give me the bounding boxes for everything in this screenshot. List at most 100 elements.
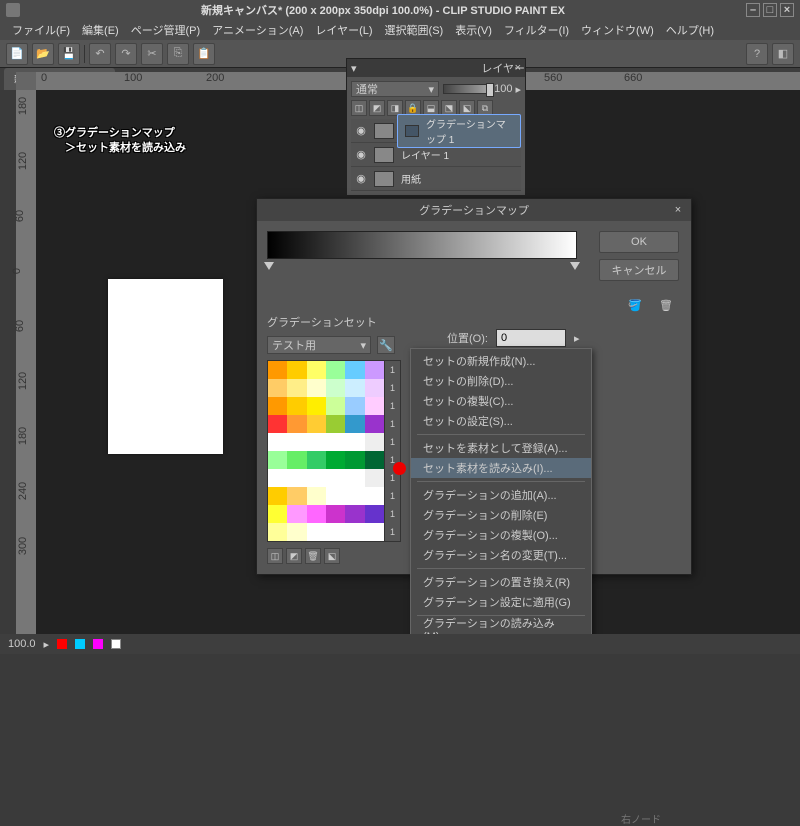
- visibility-icon[interactable]: ◉: [351, 172, 371, 185]
- grad-marker[interactable]: [264, 262, 274, 270]
- context-menu-item[interactable]: セットの複製(C)...: [411, 391, 591, 411]
- close-button[interactable]: ×: [780, 3, 794, 17]
- chevron-down-icon: ▾: [360, 339, 366, 352]
- blend-mode-select[interactable]: 通常▾: [351, 81, 439, 97]
- tool-misc[interactable]: ◧: [772, 43, 794, 65]
- tool-new[interactable]: 📄: [6, 43, 28, 65]
- context-menu-item[interactable]: セットの新規作成(N)...: [411, 351, 591, 371]
- menu-item[interactable]: 編集(E): [76, 20, 125, 40]
- visibility-icon[interactable]: ◉: [351, 148, 371, 161]
- grad-tool-btn[interactable]: ⬕: [324, 548, 340, 564]
- context-menu-item[interactable]: グラデーション設定に適用(G): [411, 592, 591, 612]
- context-menu-item[interactable]: グラデーションの複製(O)...: [411, 525, 591, 545]
- color-swatch[interactable]: [93, 639, 103, 649]
- arrow-right-icon[interactable]: ▸: [44, 638, 50, 651]
- context-menu-item[interactable]: グラデーションの削除(E): [411, 505, 591, 525]
- highlight-dot-icon: [393, 462, 406, 475]
- menu-item[interactable]: アニメーション(A): [206, 20, 309, 40]
- context-menu-item[interactable]: グラデーションの置き換え(R): [411, 572, 591, 592]
- visibility-icon[interactable]: ◉: [351, 124, 371, 137]
- tool-redo[interactable]: ↷: [115, 43, 137, 65]
- color-swatch[interactable]: [57, 639, 67, 649]
- grad-tool-btn[interactable]: ◩: [286, 548, 302, 564]
- app-icon: [6, 3, 20, 17]
- tool-paste[interactable]: 📋: [193, 43, 215, 65]
- menu-item[interactable]: ファイル(F): [6, 20, 76, 40]
- layer-name: 用紙: [397, 171, 521, 186]
- trash-icon[interactable]: 🗑: [305, 548, 321, 564]
- bucket-icon[interactable]: 🪣: [628, 299, 646, 315]
- dialog-close-icon[interactable]: ×: [671, 203, 685, 217]
- layer-name: グラデーションマップ 1: [422, 116, 516, 146]
- cancel-button[interactable]: キャンセル: [599, 259, 679, 281]
- context-menu-item[interactable]: セットを素材として登録(A)...: [411, 438, 591, 458]
- opacity-arrow[interactable]: ▸: [515, 83, 521, 96]
- menu-bar: ファイル(F)編集(E)ページ管理(P)アニメーション(A)レイヤー(L)選択範…: [0, 20, 800, 40]
- trash-icon[interactable]: 🗑: [659, 299, 673, 315]
- color-swatch[interactable]: [75, 639, 85, 649]
- layer-item[interactable]: ◉ レイヤー 1: [351, 143, 521, 167]
- status-bar: 100.0 ▸: [0, 634, 800, 654]
- context-menu-item[interactable]: セット素材を読み込み(I)...: [411, 458, 591, 478]
- menu-item[interactable]: レイヤー(L): [309, 20, 378, 40]
- opacity-value: 100: [494, 83, 512, 95]
- menu-item[interactable]: ウィンドウ(W): [575, 20, 660, 40]
- layer-thumbnail: [374, 147, 394, 163]
- swatch-grid[interactable]: 1 1 1 1 1 1 1 1 1 1: [267, 360, 401, 542]
- layer-item[interactable]: ◉ グラデーションマップ 1: [351, 119, 521, 143]
- panel-close-icon[interactable]: ×: [515, 62, 521, 74]
- minimize-button[interactable]: –: [746, 3, 760, 17]
- vertical-ruler: 18012060060120180240300: [16, 90, 36, 634]
- chevron-down-icon: ▾: [428, 83, 434, 96]
- tool-undo[interactable]: ↶: [89, 43, 111, 65]
- gradation-strip[interactable]: [267, 231, 577, 259]
- tool-open[interactable]: 📂: [32, 43, 54, 65]
- menu-item[interactable]: ページ管理(P): [125, 20, 206, 40]
- opacity-slider[interactable]: [443, 84, 491, 94]
- menu-item[interactable]: 選択範囲(S): [379, 20, 450, 40]
- tool-save[interactable]: 💾: [58, 43, 80, 65]
- tool-cut[interactable]: ✂: [141, 43, 163, 65]
- ruler-corner: [16, 72, 36, 90]
- panel-menu-icon[interactable]: ▾: [351, 62, 357, 75]
- position-input[interactable]: [496, 329, 566, 347]
- grad-set-dropdown[interactable]: テスト用▾: [267, 336, 371, 354]
- layer-item[interactable]: ◉ 用紙: [351, 167, 521, 191]
- context-menu-item[interactable]: セットの削除(D)...: [411, 371, 591, 391]
- position-label: 位置(O):: [447, 330, 488, 346]
- dialog-title[interactable]: グラデーションマップ: [257, 199, 691, 221]
- grad-marker[interactable]: [570, 262, 580, 270]
- layer-panel: ▾ レイヤー × 通常▾ 100 ▸ ◫ ◩ ◨ 🔒 ⬓ ⬔ ⬕ ⧉ ◉グラデー…: [346, 58, 526, 196]
- ok-button[interactable]: OK: [599, 231, 679, 253]
- canvas[interactable]: [108, 279, 223, 454]
- annotation-text: ③グラデーションマップ ＞セット素材を読み込み: [54, 126, 186, 157]
- menu-item[interactable]: ヘルプ(H): [660, 20, 720, 40]
- zoom-value: 100.0: [8, 638, 36, 650]
- grad-tool-btn[interactable]: ◫: [267, 548, 283, 564]
- help-icon[interactable]: ?: [746, 43, 768, 65]
- window-title: 新規キャンバス* (200 x 200px 350dpi 100.0%) - C…: [20, 2, 746, 18]
- context-menu: セットの新規作成(N)...セットの削除(D)...セットの複製(C)...セッ…: [410, 348, 592, 642]
- grad-set-label: グラデーションセット: [267, 314, 377, 330]
- context-menu-item[interactable]: セットの設定(S)...: [411, 411, 591, 431]
- arrow-right-icon[interactable]: ▸: [574, 332, 580, 345]
- maximize-button[interactable]: □: [763, 3, 777, 17]
- context-menu-item[interactable]: グラデーション名の変更(T)...: [411, 545, 591, 565]
- layer-name: レイヤー 1: [397, 147, 521, 162]
- color-swatch[interactable]: [111, 639, 121, 649]
- node-label: 右ノード: [621, 811, 661, 826]
- layer-tool-btn[interactable]: ◩: [369, 100, 385, 116]
- menu-item[interactable]: フィルター(I): [498, 20, 575, 40]
- context-menu-item[interactable]: グラデーションの追加(A)...: [411, 485, 591, 505]
- layer-thumbnail: [374, 123, 394, 139]
- layer-tool-btn[interactable]: ◫: [351, 100, 367, 116]
- layer-thumbnail: [374, 171, 394, 187]
- wrench-button[interactable]: 🔧: [377, 336, 395, 354]
- layer-panel-header[interactable]: ▾ レイヤー ×: [347, 59, 525, 77]
- title-bar: 新規キャンバス* (200 x 200px 350dpi 100.0%) - C…: [0, 0, 800, 20]
- layer-list: ◉ グラデーションマップ 1 ◉ レイヤー 1 ◉ 用紙: [351, 119, 521, 191]
- menu-item[interactable]: 表示(V): [449, 20, 498, 40]
- tool-copy[interactable]: ⎘: [167, 43, 189, 65]
- gradation-markers[interactable]: [267, 262, 577, 274]
- left-panel: [0, 90, 16, 634]
